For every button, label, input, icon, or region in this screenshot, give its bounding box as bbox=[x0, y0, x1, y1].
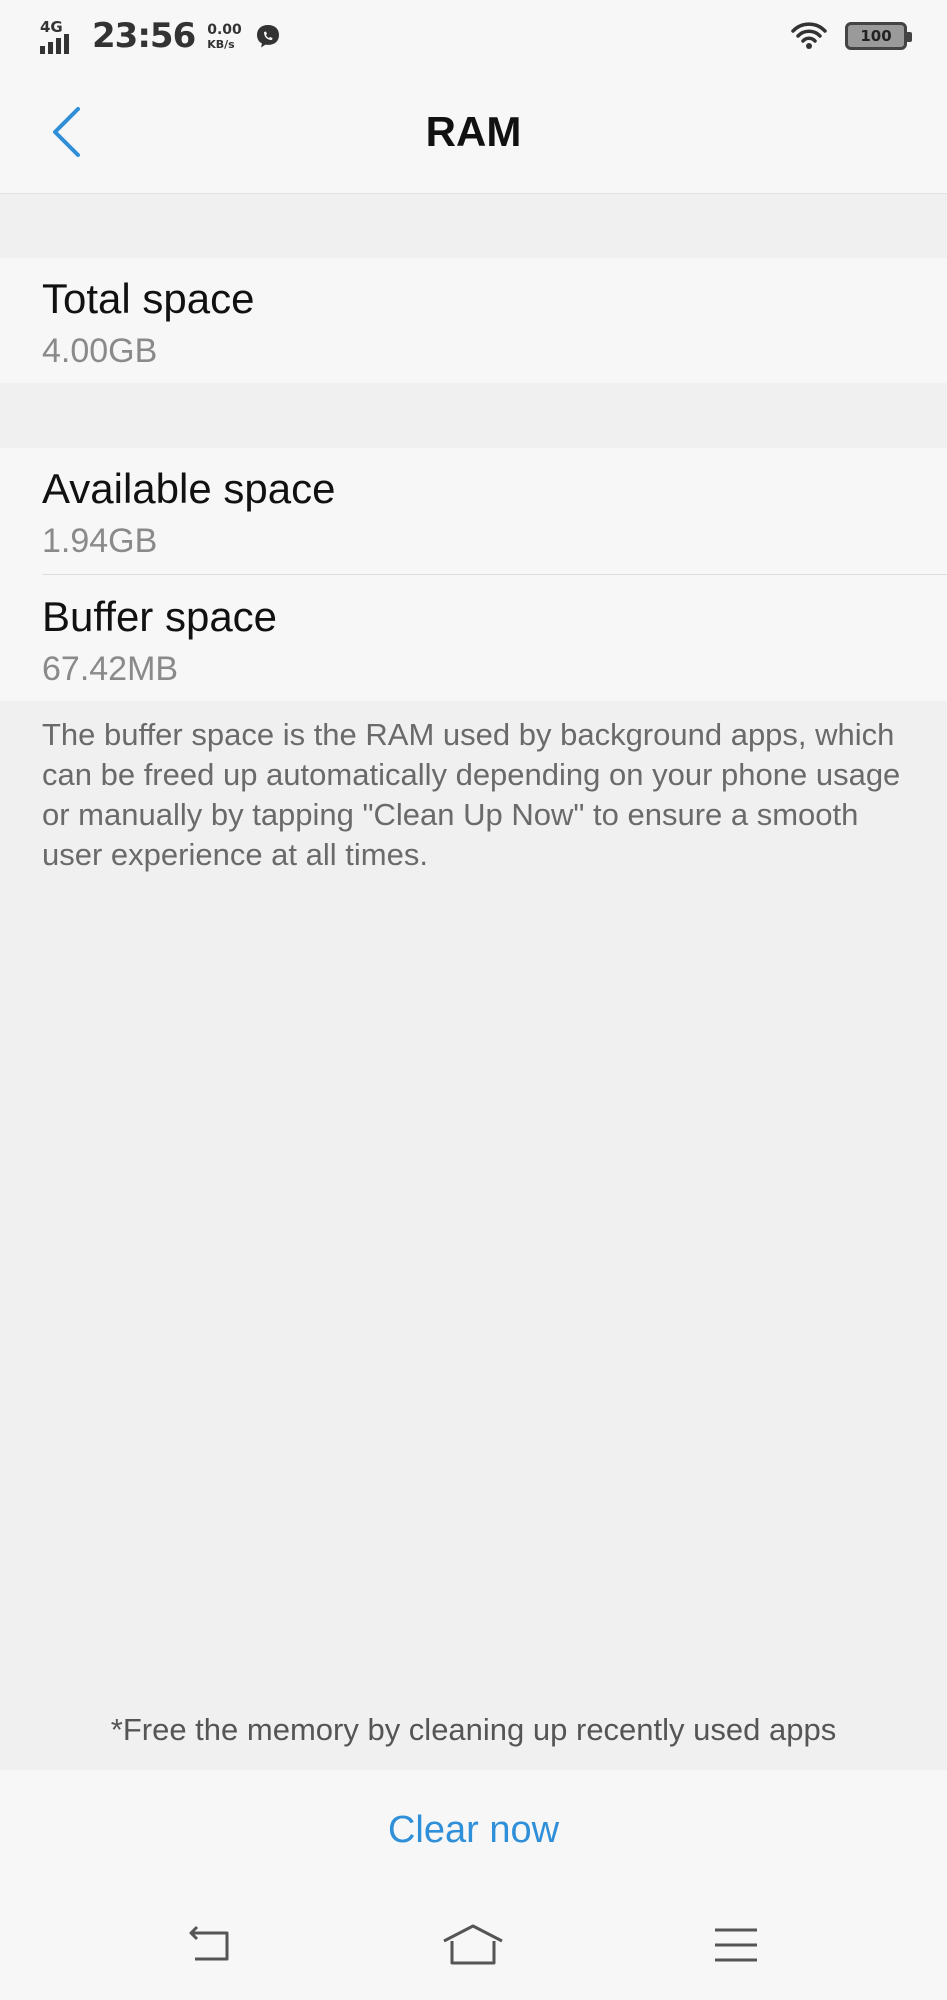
status-left: 4G 23:56 0.00 KB/s bbox=[40, 16, 282, 56]
buffer-space-item: Buffer space 67.42MB bbox=[0, 593, 947, 688]
net-speed-value: 0.00 bbox=[207, 21, 242, 38]
nav-menu-icon bbox=[714, 1928, 757, 1962]
message-icon bbox=[256, 25, 279, 48]
status-time: 23:56 bbox=[92, 16, 196, 56]
nav-home-icon bbox=[443, 1924, 504, 1965]
nav-back-icon bbox=[189, 1925, 229, 1961]
buffer-space-value: 67.42MB bbox=[42, 650, 179, 688]
memory-details-section: Available space 1.94GB Buffer space 67.4… bbox=[0, 448, 947, 701]
nav-back-button[interactable] bbox=[171, 1915, 251, 1975]
battery-icon: 100 bbox=[845, 22, 912, 50]
wifi-icon bbox=[791, 22, 827, 49]
total-space-item: Total space 4.00GB bbox=[0, 275, 947, 370]
available-space-item: Available space 1.94GB bbox=[0, 465, 947, 560]
action-bar: Clear now bbox=[0, 1770, 947, 1890]
page-title: RAM bbox=[425, 108, 522, 155]
nav-bar bbox=[0, 1890, 947, 2000]
footer-note: *Free the memory by cleaning up recently… bbox=[110, 1712, 837, 1747]
nav-menu-button[interactable] bbox=[696, 1915, 776, 1975]
buffer-note: The buffer space is the RAM used by back… bbox=[42, 717, 901, 872]
clear-now-button[interactable]: Clear now bbox=[388, 1809, 559, 1852]
buffer-space-label: Buffer space bbox=[42, 593, 278, 640]
divider bbox=[42, 574, 947, 575]
total-space-value: 4.00GB bbox=[42, 332, 158, 370]
nav-home-button[interactable] bbox=[433, 1915, 513, 1975]
net-speed-unit: KB/s bbox=[207, 37, 235, 51]
battery-level: 100 bbox=[860, 27, 892, 45]
signal-bars-icon bbox=[40, 34, 69, 54]
status-right: 100 bbox=[791, 22, 912, 50]
total-space-label: Total space bbox=[42, 275, 255, 322]
app-bar: RAM bbox=[0, 72, 947, 194]
net-speed: 0.00 KB/s bbox=[207, 23, 242, 50]
total-space-section: Total space 4.00GB bbox=[0, 258, 947, 383]
available-space-value: 1.94GB bbox=[42, 522, 158, 560]
available-space-label: Available space bbox=[42, 465, 336, 512]
status-bar: 4G 23:56 0.00 KB/s 100 bbox=[0, 0, 947, 72]
signal-indicator: 4G bbox=[40, 18, 80, 54]
